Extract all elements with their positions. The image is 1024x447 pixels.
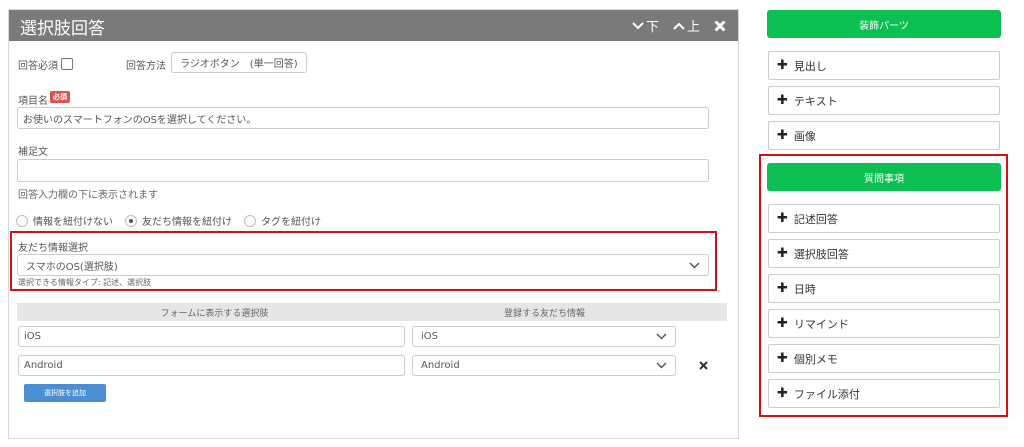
friend-info-label: 友だち情報選択	[18, 243, 88, 254]
required-label: 回答必須	[18, 61, 58, 72]
move-down-label: 下	[645, 20, 659, 35]
friend-value-select[interactable]: Android	[412, 355, 676, 376]
part-label: 日時	[793, 282, 816, 296]
panel-header: 選択肢回答 下 上	[9, 10, 738, 41]
part-label: 見出し	[793, 59, 827, 73]
add-text-answer-button[interactable]: ✚ 記述回答	[768, 204, 1000, 233]
choice-value: Android	[24, 360, 63, 371]
plus-icon: ✚	[777, 246, 788, 261]
add-datetime-button[interactable]: ✚ 日時	[768, 274, 1000, 303]
friend-info-select[interactable]: スマホのOS(選択肢)	[17, 254, 709, 276]
part-label: 個別メモ	[793, 352, 838, 366]
item-name-input[interactable]: お使いのスマートフォンのOSを選択してください。	[17, 107, 709, 129]
move-down-button[interactable]: 下	[632, 16, 659, 35]
friend-value: Android	[421, 360, 460, 371]
link-option-tag[interactable]: タグを紐付け	[244, 213, 321, 228]
move-up-label: 上	[686, 20, 700, 35]
answer-method-value: ラジオボタン (単一回答)	[180, 59, 298, 70]
link-option-label: タグを紐付け	[261, 217, 321, 228]
answer-method-label: 回答方法	[126, 61, 166, 72]
add-memo-button[interactable]: ✚ 個別メモ	[768, 344, 1000, 373]
answer-method-field[interactable]: ラジオボタン (単一回答)	[171, 52, 307, 73]
add-choice-button[interactable]: 選択肢を追加	[24, 384, 106, 402]
add-remind-button[interactable]: ✚ リマインド	[768, 309, 1000, 338]
required-badge: 必須	[50, 91, 70, 103]
plus-icon: ✚	[777, 58, 788, 73]
add-heading-button[interactable]: ✚ 見出し	[768, 51, 1000, 80]
decor-parts-label: 装飾パーツ	[859, 20, 909, 32]
item-name-value: お使いのスマートフォンのOSを選択してください。	[23, 114, 257, 126]
part-label: 記述回答	[793, 212, 838, 226]
link-option-label: 情報を紐付けない	[33, 217, 113, 228]
close-icon	[714, 19, 726, 32]
friend-value: iOS	[421, 331, 438, 342]
chevron-down-icon	[689, 261, 700, 269]
item-name-label: 項目名	[18, 96, 48, 107]
move-up-button[interactable]: 上	[673, 16, 700, 35]
add-choice-label: 選択肢を追加	[44, 389, 86, 397]
choices-table-header: フォームに表示する選択肢 登録する友だち情報	[17, 303, 727, 321]
chevron-up-icon	[673, 22, 685, 30]
part-label: リマインド	[793, 317, 849, 331]
plus-icon: ✚	[777, 351, 788, 366]
chevron-down-icon	[632, 21, 644, 29]
radio-tag[interactable]	[244, 214, 256, 227]
add-file-button[interactable]: ✚ ファイル添付	[768, 379, 1000, 408]
plus-icon: ✚	[777, 128, 788, 143]
delete-row-icon[interactable]	[699, 361, 708, 370]
link-option-label: 友だち情報を紐付け	[142, 217, 232, 228]
col-form-choices: フォームに表示する選択肢	[160, 308, 269, 319]
choice-value: iOS	[24, 331, 41, 342]
col-friend-info: 登録する友だち情報	[503, 308, 585, 319]
plus-icon: ✚	[777, 211, 788, 226]
header-controls: 下 上	[632, 16, 726, 35]
add-text-button[interactable]: ✚ テキスト	[768, 86, 1000, 115]
required-checkbox[interactable]	[61, 58, 73, 70]
part-label: テキスト	[793, 94, 838, 108]
choice-input[interactable]: Android	[18, 355, 405, 376]
add-choice-answer-button[interactable]: ✚ 選択肢回答	[768, 239, 1000, 268]
link-option-friend[interactable]: 友だち情報を紐付け	[125, 213, 232, 228]
plus-icon: ✚	[777, 386, 788, 401]
add-image-button[interactable]: ✚ 画像	[768, 121, 1000, 150]
friend-info-value: スマホのOS(選択肢)	[26, 261, 118, 273]
link-option-none[interactable]: 情報を紐付けない	[16, 213, 113, 228]
close-button[interactable]	[714, 19, 726, 32]
chevron-down-icon	[656, 362, 667, 369]
radio-friend[interactable]	[125, 214, 137, 227]
decor-parts-header: 装飾パーツ	[767, 10, 1001, 38]
question-items-header: 質問事項	[767, 163, 1001, 191]
plus-icon: ✚	[777, 316, 788, 331]
link-options: 情報を紐付けない 友だち情報を紐付け タグを紐付け	[16, 213, 333, 228]
panel-title: 選択肢回答	[20, 19, 105, 39]
plus-icon: ✚	[777, 93, 788, 108]
friend-info-hint: 選択できる情報タイプ: 記述、選択肢	[18, 278, 152, 287]
radio-none[interactable]	[16, 214, 28, 227]
question-items-label: 質問事項	[864, 173, 904, 185]
part-label: ファイル添付	[793, 387, 860, 401]
supplement-input[interactable]	[17, 159, 709, 182]
plus-icon: ✚	[777, 281, 788, 296]
supplement-label: 補足文	[18, 147, 48, 158]
supplement-hint: 回答入力欄の下に表示されます	[18, 190, 158, 201]
friend-value-select[interactable]: iOS	[412, 326, 676, 347]
part-label: 画像	[793, 129, 816, 143]
part-label: 選択肢回答	[793, 247, 849, 261]
choice-input[interactable]: iOS	[18, 326, 405, 347]
chevron-down-icon	[656, 333, 667, 340]
